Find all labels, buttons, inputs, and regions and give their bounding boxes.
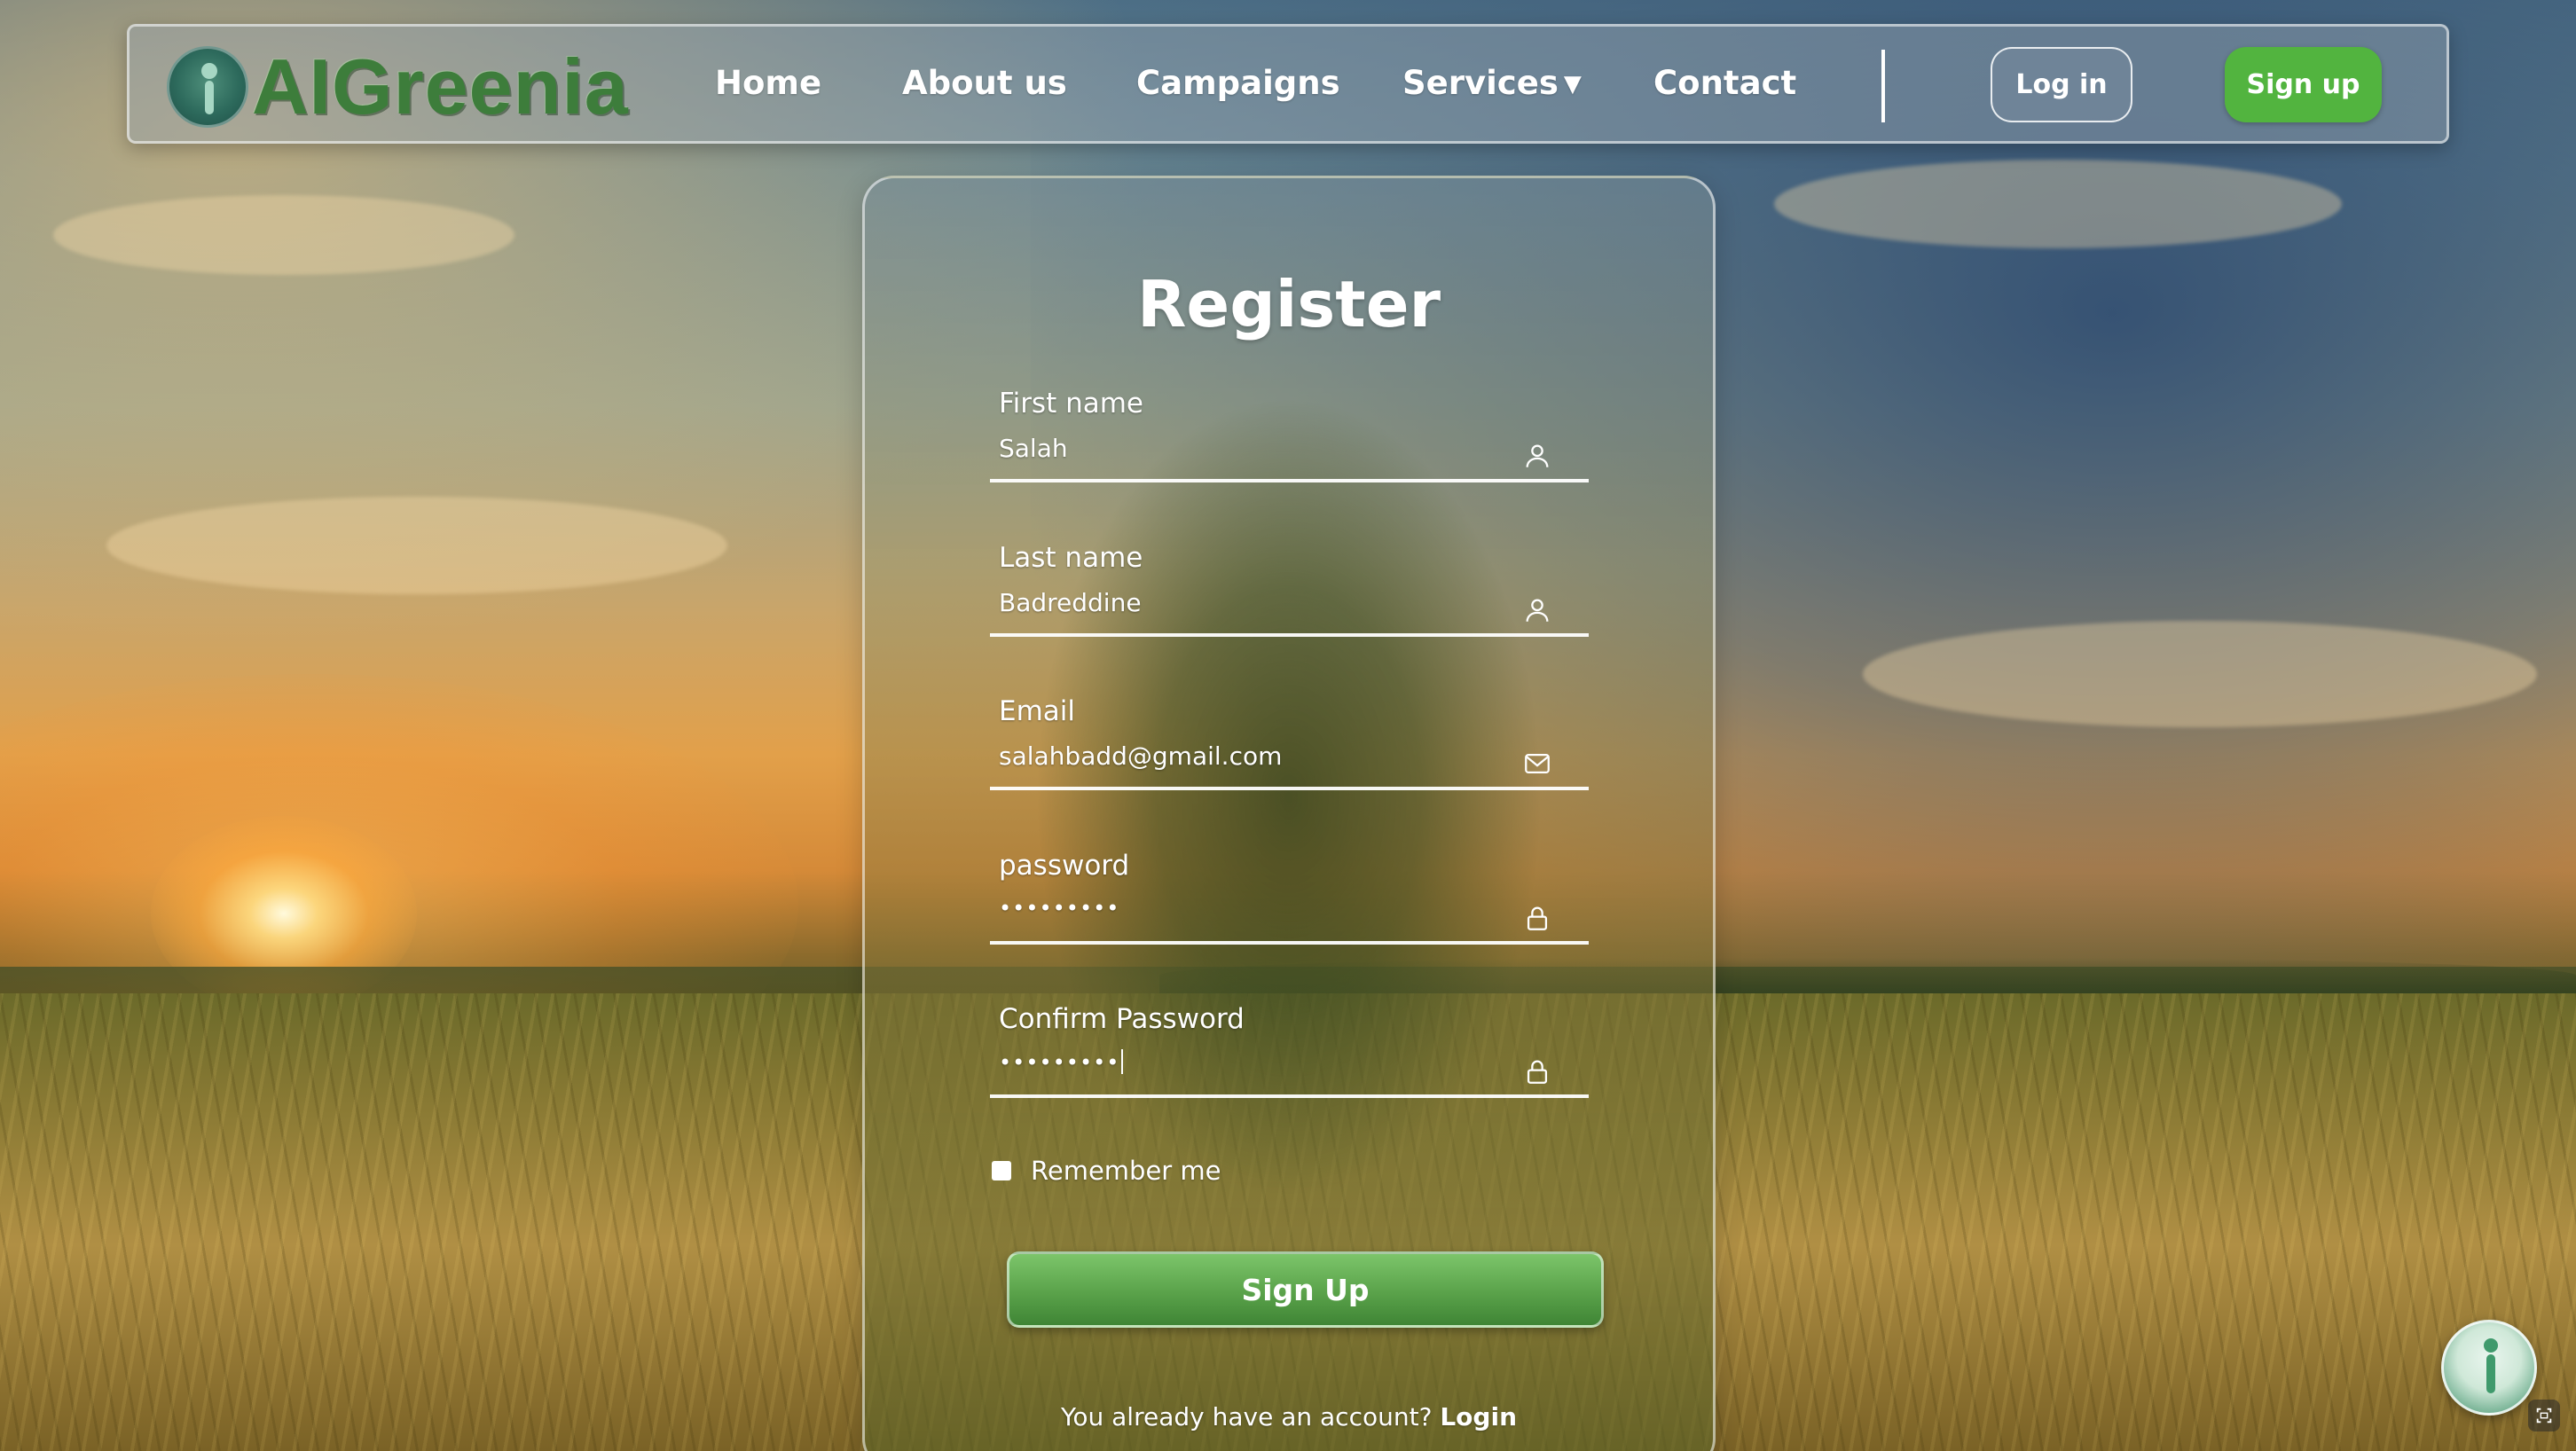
user-icon	[1526, 444, 1549, 467]
last-name-input[interactable]: Badreddine	[999, 588, 1531, 617]
nav-campaigns[interactable]: Campaigns	[1136, 64, 1340, 102]
email-input[interactable]: salahbadd@gmail.com	[999, 741, 1531, 771]
caret-down-icon: ▼	[1563, 71, 1582, 98]
envelope-icon	[1525, 753, 1550, 774]
register-card: Register First name Salah Last name Badr…	[862, 176, 1716, 1451]
form-title: Register	[1136, 267, 1441, 341]
password-underline	[990, 941, 1589, 945]
remember-me[interactable]: Remember me	[992, 1156, 1221, 1186]
remember-checkbox[interactable]	[992, 1161, 1011, 1180]
login-button[interactable]: Log in	[1991, 47, 2132, 122]
password-label: password	[999, 850, 1130, 882]
nav-services-label: Services	[1402, 64, 1559, 102]
confirm-password-input[interactable]: •••••••••	[999, 1049, 1531, 1075]
first-name-input[interactable]: Salah	[999, 434, 1531, 463]
user-icon	[1526, 599, 1549, 622]
text-cursor	[1121, 1049, 1124, 1074]
nav-home[interactable]: Home	[715, 64, 821, 102]
lock-icon	[1527, 906, 1548, 930]
login-prompt-text: You already have an account?	[1060, 1402, 1433, 1431]
assistant-bot-icon[interactable]	[2441, 1320, 2537, 1416]
cloud	[106, 497, 727, 594]
first-name-label: First name	[999, 388, 1144, 420]
nav-divider	[1881, 50, 1885, 122]
sign-up-submit-button[interactable]: Sign Up	[1007, 1251, 1604, 1328]
remember-label: Remember me	[1031, 1156, 1221, 1186]
cloud	[1774, 160, 2342, 248]
confirm-password-underline	[990, 1094, 1589, 1098]
login-link[interactable]: Login	[1440, 1402, 1517, 1431]
password-input[interactable]: •••••••••	[999, 896, 1531, 921]
nav-services[interactable]: Services ▼	[1402, 64, 1582, 102]
nav-contact[interactable]: Contact	[1653, 64, 1796, 102]
screenshot-icon[interactable]	[2528, 1400, 2560, 1431]
email-underline	[990, 787, 1589, 790]
first-name-underline	[990, 479, 1589, 482]
crop-icon	[2536, 1408, 2552, 1424]
confirm-password-value: •••••••••	[999, 1050, 1120, 1075]
nav-about-us[interactable]: About us	[902, 64, 1067, 102]
confirm-password-label: Confirm Password	[999, 1003, 1245, 1035]
cloud	[53, 195, 514, 275]
login-prompt: You already have an account? Login	[865, 1402, 1713, 1431]
lock-icon	[1527, 1060, 1548, 1084]
signup-button[interactable]: Sign up	[2225, 47, 2382, 122]
navbar: AIGreenia Home About us Campaigns Servic…	[127, 24, 2449, 144]
email-label: Email	[999, 695, 1076, 727]
last-name-label: Last name	[999, 542, 1143, 574]
last-name-underline	[990, 633, 1589, 637]
cloud	[1863, 621, 2537, 727]
